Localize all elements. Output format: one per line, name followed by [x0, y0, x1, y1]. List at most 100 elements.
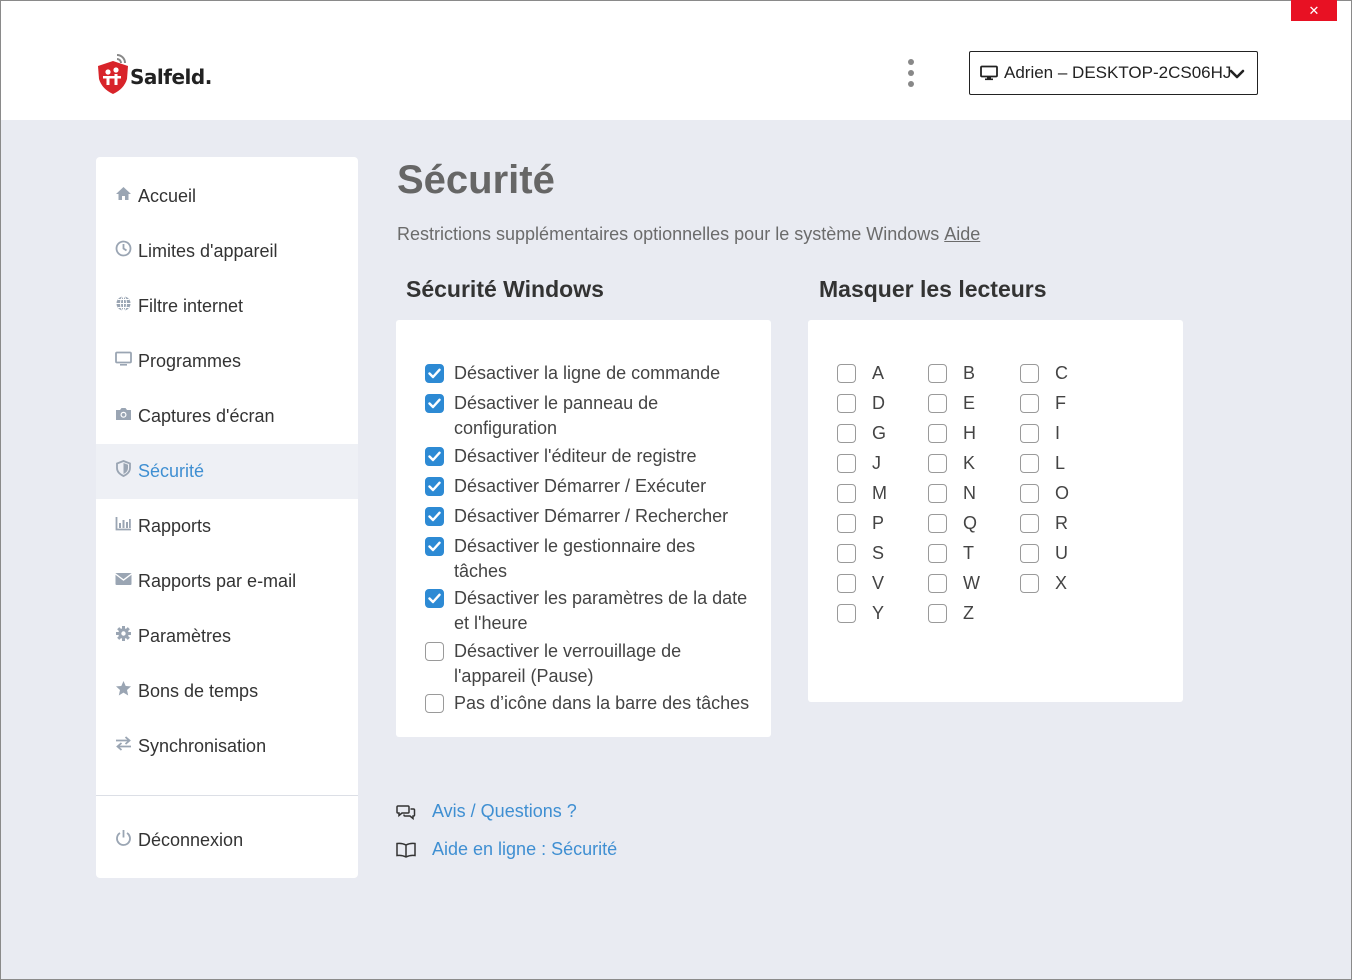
drive-letter: Q — [963, 513, 978, 533]
drive-option-d[interactable]: D — [837, 393, 885, 414]
checkbox-checked[interactable] — [425, 364, 444, 383]
drive-option-s[interactable]: S — [837, 543, 884, 564]
checkbox-checked[interactable] — [425, 537, 444, 556]
drive-option-t[interactable]: T — [928, 543, 974, 564]
sidebar-item-bons[interactable]: Bons de temps — [96, 664, 358, 719]
drive-letter: I — [1055, 423, 1061, 443]
windows-security-option[interactable]: Désactiver le gestionnaire des tâches — [425, 534, 695, 584]
windows-security-option[interactable]: Pas d’icône dans la barre des tâches — [425, 691, 749, 716]
feedback-link[interactable]: Avis / Questions ? — [396, 801, 577, 822]
checkbox-unchecked[interactable] — [1020, 394, 1039, 413]
option-label-line1: Pas d’icône dans la barre des tâches — [454, 693, 750, 713]
option-label: Désactiver le gestionnaire des tâches — [454, 534, 695, 584]
logout-button[interactable]: Déconnexion — [96, 813, 358, 868]
sidebar-item-limites[interactable]: Limites d'appareil — [96, 224, 358, 279]
drive-letter: J — [872, 453, 881, 473]
camera-icon — [115, 405, 132, 422]
checkbox-unchecked[interactable] — [837, 394, 856, 413]
checkbox-checked[interactable] — [425, 394, 444, 413]
kebab-menu-icon[interactable] — [904, 59, 918, 87]
sidebar-item-parametres[interactable]: Paramètres — [96, 609, 358, 664]
checkbox-unchecked[interactable] — [425, 642, 444, 661]
drive-option-y[interactable]: Y — [837, 603, 884, 624]
drive-option-j[interactable]: J — [837, 453, 881, 474]
drive-option-v[interactable]: V — [837, 573, 884, 594]
drive-option-q[interactable]: Q — [928, 513, 977, 534]
checkbox-unchecked[interactable] — [837, 544, 856, 563]
checkbox-checked[interactable] — [425, 589, 444, 608]
drive-option-r[interactable]: R — [1020, 513, 1068, 534]
device-selector[interactable]: Adrien – DESKTOP-2CS06HJ — [969, 51, 1258, 95]
checkbox-unchecked[interactable] — [837, 574, 856, 593]
checkbox-unchecked[interactable] — [837, 364, 856, 383]
checkbox-checked[interactable] — [425, 477, 444, 496]
option-label-line1: Désactiver Démarrer / Rechercher — [454, 506, 729, 526]
drive-option-g[interactable]: G — [837, 423, 886, 444]
checkbox-unchecked[interactable] — [928, 544, 947, 563]
drive-option-l[interactable]: L — [1020, 453, 1065, 474]
checkbox-unchecked[interactable] — [1020, 364, 1039, 383]
checkbox-unchecked[interactable] — [1020, 514, 1039, 533]
drive-option-a[interactable]: A — [837, 363, 884, 384]
checkbox-unchecked[interactable] — [1020, 424, 1039, 443]
sidebar-item-rapports[interactable]: Rapports — [96, 499, 358, 554]
checkbox-unchecked[interactable] — [1020, 574, 1039, 593]
sidebar-item-captures[interactable]: Captures d'écran — [96, 389, 358, 444]
windows-security-option[interactable]: Désactiver Démarrer / Rechercher — [425, 504, 728, 529]
drive-option-h[interactable]: H — [928, 423, 976, 444]
sidebar-item-accueil[interactable]: Accueil — [96, 169, 358, 224]
drive-option-c[interactable]: C — [1020, 363, 1068, 384]
drive-option-u[interactable]: U — [1020, 543, 1068, 564]
drive-letter: E — [963, 393, 976, 413]
checkbox-unchecked[interactable] — [928, 604, 947, 623]
checkbox-unchecked[interactable] — [837, 604, 856, 623]
drive-option-o[interactable]: O — [1020, 483, 1069, 504]
drive-option-e[interactable]: E — [928, 393, 975, 414]
drive-option-b[interactable]: B — [928, 363, 975, 384]
windows-security-option[interactable]: Désactiver Démarrer / Exécuter — [425, 474, 706, 499]
checkbox-unchecked[interactable] — [1020, 484, 1039, 503]
checkbox-unchecked[interactable] — [928, 514, 947, 533]
checkbox-unchecked[interactable] — [928, 454, 947, 473]
checkbox-unchecked[interactable] — [928, 574, 947, 593]
drive-option-f[interactable]: F — [1020, 393, 1066, 414]
checkbox-unchecked[interactable] — [837, 514, 856, 533]
drive-option-i[interactable]: I — [1020, 423, 1060, 444]
checkbox-unchecked[interactable] — [928, 364, 947, 383]
checkbox-checked[interactable] — [425, 447, 444, 466]
windows-security-option[interactable]: Désactiver le verrouillage de l'appareil … — [425, 639, 681, 689]
drive-option-n[interactable]: N — [928, 483, 976, 504]
checkbox-unchecked[interactable] — [1020, 544, 1039, 563]
sidebar-item-filtre[interactable]: Filtre internet — [96, 279, 358, 334]
window-close-button[interactable]: ✕ — [1291, 0, 1337, 21]
windows-security-option[interactable]: Désactiver l'éditeur de registre — [425, 444, 697, 469]
drive-option-m[interactable]: M — [837, 483, 887, 504]
checkbox-unchecked[interactable] — [837, 424, 856, 443]
checkbox-unchecked[interactable] — [1020, 454, 1039, 473]
drive-letter: Z — [963, 603, 974, 623]
windows-security-option[interactable]: Désactiver le panneau de configuration — [425, 391, 658, 441]
checkbox-unchecked[interactable] — [928, 394, 947, 413]
sidebar-item-programmes[interactable]: Programmes — [96, 334, 358, 389]
windows-security-option[interactable]: Désactiver la ligne de commande — [425, 361, 720, 386]
windows-security-option[interactable]: Désactiver les paramètres de la date et l… — [425, 586, 747, 636]
drive-option-x[interactable]: X — [1020, 573, 1067, 594]
sidebar-item-securite[interactable]: Sécurité — [96, 444, 358, 499]
sidebar-item-synchronisation[interactable]: Synchronisation — [96, 719, 358, 774]
drive-option-z[interactable]: Z — [928, 603, 974, 624]
checkbox-unchecked[interactable] — [928, 484, 947, 503]
online-help-link[interactable]: Aide en ligne : Sécurité — [396, 839, 617, 860]
drive-option-k[interactable]: K — [928, 453, 975, 474]
gear-icon — [115, 625, 132, 642]
sidebar-item-rapports-email[interactable]: Rapports par e-mail — [96, 554, 358, 609]
drive-letter: L — [1055, 453, 1066, 473]
drive-option-w[interactable]: W — [928, 573, 980, 594]
checkbox-unchecked[interactable] — [928, 424, 947, 443]
checkbox-unchecked[interactable] — [837, 484, 856, 503]
checkbox-unchecked[interactable] — [425, 694, 444, 713]
checkbox-checked[interactable] — [425, 507, 444, 526]
drive-option-p[interactable]: P — [837, 513, 884, 534]
checkbox-unchecked[interactable] — [837, 454, 856, 473]
help-link[interactable]: Aide — [944, 224, 980, 244]
chevron-down-icon — [1229, 66, 1245, 86]
